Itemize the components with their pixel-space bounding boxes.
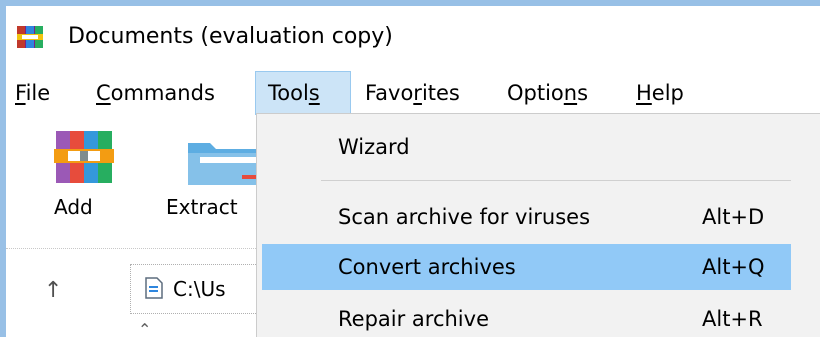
up-arrow-icon[interactable]: ↑ xyxy=(44,278,62,303)
menu-item-label: Convert archives xyxy=(338,255,516,279)
menu-item-label: Repair archive xyxy=(338,307,489,331)
extract-label: Extract xyxy=(166,195,238,219)
add-label: Add xyxy=(54,195,93,219)
menu-item-wizard[interactable]: Wizard xyxy=(262,124,791,170)
menu-item-shortcut: Alt+D xyxy=(702,205,765,229)
path-file-icon xyxy=(145,277,163,299)
tools-dropdown: Wizard Scan archive for viruses Alt+D Co… xyxy=(256,113,820,337)
menu-item-shortcut: Alt+Q xyxy=(702,255,765,279)
menu-commands[interactable]: Commands xyxy=(96,71,215,115)
menu-help[interactable]: Help xyxy=(636,71,684,115)
add-archive-icon xyxy=(54,131,114,183)
menu-item-scan-archive[interactable]: Scan archive for viruses Alt+D xyxy=(262,194,791,240)
winrar-app-icon xyxy=(17,26,43,48)
menu-favorites[interactable]: Favorites xyxy=(365,71,460,115)
screen-frame: Documents (evaluation copy) File Command… xyxy=(0,0,820,337)
menu-item-label: Scan archive for viruses xyxy=(338,205,591,229)
extract-folder-icon xyxy=(188,143,262,185)
menu-item-convert-archives[interactable]: Convert archives Alt+Q xyxy=(262,244,791,290)
path-text: C:\Us xyxy=(173,277,226,301)
menu-tools[interactable]: Tools xyxy=(255,71,351,115)
menu-item-repair-archive[interactable]: Repair archive Alt+R xyxy=(262,296,791,337)
menu-separator xyxy=(321,180,791,181)
menu-item-label: Wizard xyxy=(338,135,410,159)
extract-button[interactable]: Extract xyxy=(166,129,262,229)
toolbar-divider xyxy=(6,248,266,249)
add-button[interactable]: Add xyxy=(46,129,136,229)
menu-file[interactable]: File xyxy=(15,71,50,115)
menu-options[interactable]: Options xyxy=(507,71,588,115)
menu-item-shortcut: Alt+R xyxy=(702,307,763,331)
app-window: Documents (evaluation copy) File Command… xyxy=(6,6,820,337)
menu-bar: File Commands Tools Favorites Options He… xyxy=(6,71,820,115)
window-title: Documents (evaluation copy) xyxy=(68,24,393,49)
title-bar: Documents (evaluation copy) xyxy=(6,6,820,68)
sort-caret-icon: ⌃ xyxy=(138,320,152,337)
